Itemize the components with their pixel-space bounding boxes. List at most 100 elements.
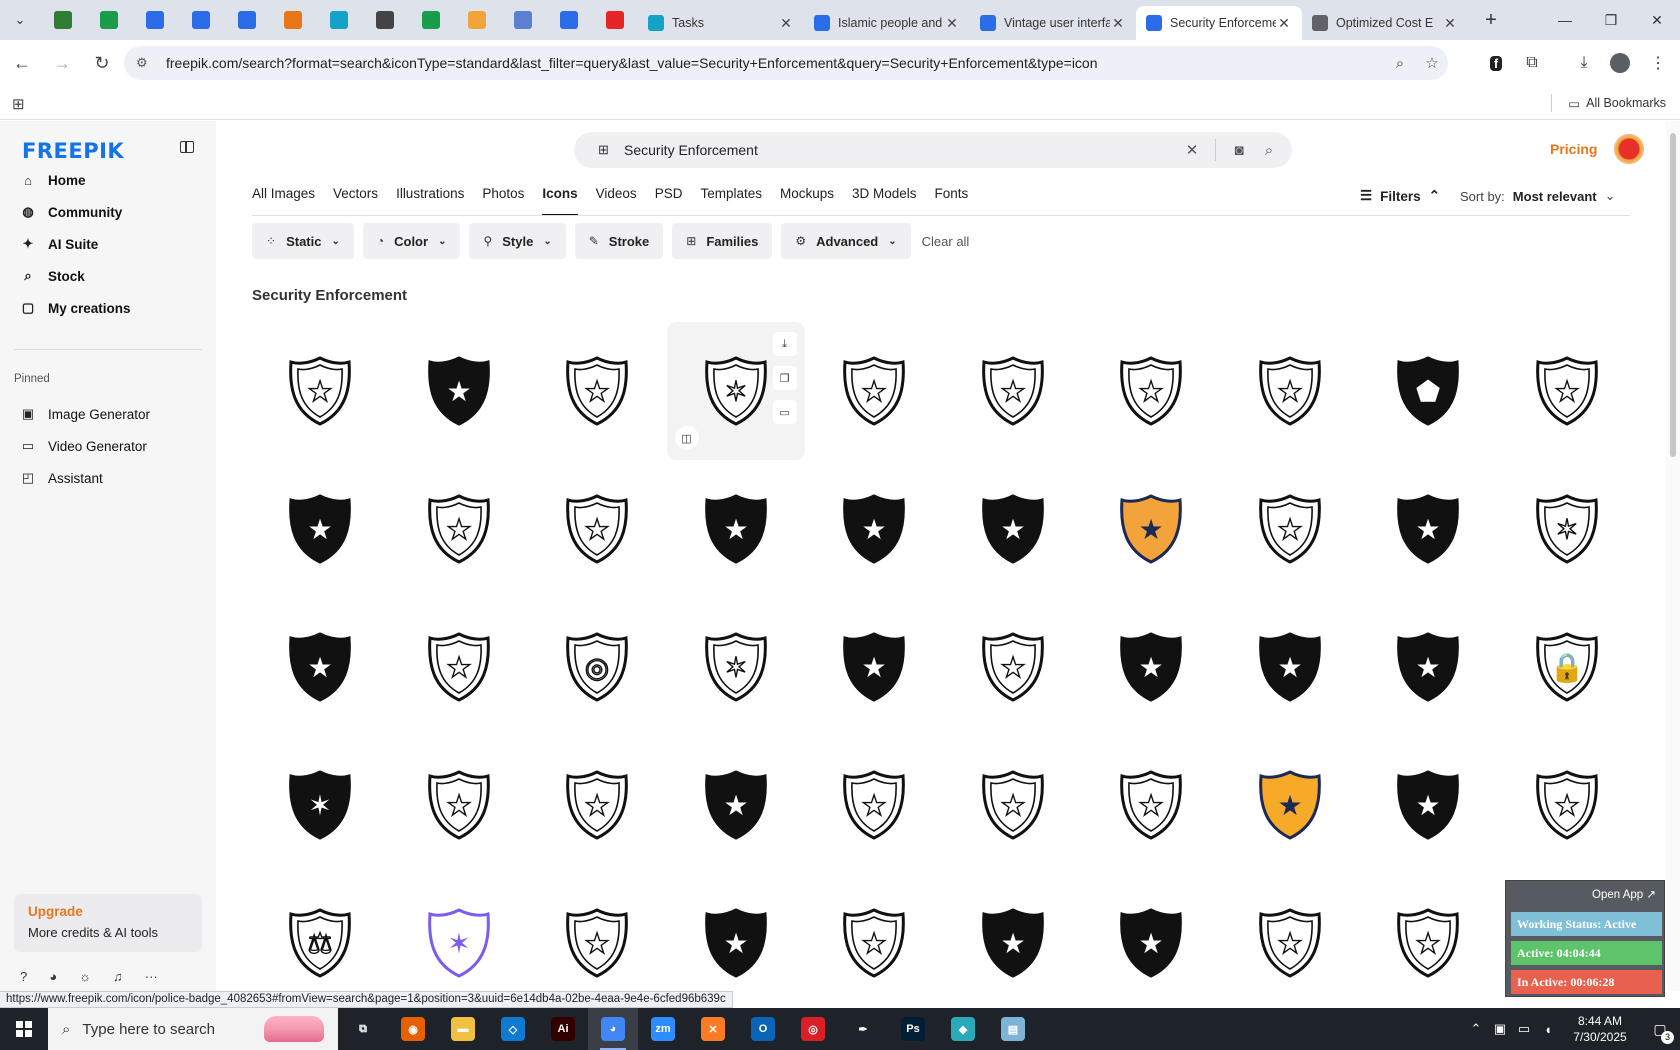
icon-result[interactable]: ★ — [1221, 874, 1359, 992]
theme-sun-icon[interactable]: ☼ — [79, 969, 91, 984]
pinned-tab-4[interactable] — [224, 0, 270, 40]
tab-videos[interactable]: Videos — [596, 186, 637, 216]
url-text[interactable]: freepik.com/search?format=search&iconTyp… — [166, 55, 1384, 71]
pinned-tab-7[interactable] — [362, 0, 408, 40]
download-icon[interactable]: ⤓ — [772, 332, 797, 356]
icon-result[interactable]: ★ — [390, 322, 528, 460]
icon-result[interactable]: ★ — [1498, 736, 1609, 874]
collapse-sidebar-icon[interactable] — [180, 141, 194, 153]
search-input[interactable]: Security Enforcement — [624, 142, 1177, 158]
icon-result[interactable]: ★ — [528, 874, 666, 992]
icon-result[interactable]: ★ — [944, 874, 1082, 992]
all-bookmarks[interactable]: ▭ All Bookmarks — [1551, 94, 1666, 112]
icon-result[interactable]: 🔒 — [1498, 598, 1609, 736]
pinned-tab-2[interactable] — [132, 0, 178, 40]
icon-result[interactable]: ✶ — [390, 874, 528, 992]
icon-result[interactable]: ★ — [667, 460, 805, 598]
tab-close-icon[interactable]: ✕ — [944, 15, 960, 32]
icon-result[interactable]: ★ — [1082, 874, 1220, 992]
tab-vectors[interactable]: Vectors — [333, 186, 378, 216]
open-app-link[interactable]: Open App ↗ — [1592, 887, 1656, 901]
download-icon[interactable]: ⤓ — [1568, 46, 1600, 80]
tab-psd[interactable]: PSD — [655, 186, 683, 216]
filter-chip-stroke[interactable]: ✎ Stroke — [574, 223, 664, 259]
taskbar-task-view[interactable]: ⧉ — [338, 1008, 388, 1050]
taskbar-creative-cloud[interactable]: ◎ — [788, 1008, 838, 1050]
pinned-tab-9[interactable] — [454, 0, 500, 40]
site-info-icon[interactable]: ⚙ — [136, 55, 156, 71]
icon-result[interactable]: ★ — [805, 460, 943, 598]
taskbar-vscode[interactable]: ◇ — [488, 1008, 538, 1050]
notification-center-icon[interactable]: ▢ 3 — [1640, 1021, 1680, 1044]
filters-toggle[interactable]: ☰ Filters ⌃ — [1360, 188, 1440, 204]
icon-result[interactable]: ★ — [1359, 874, 1497, 992]
icon-result[interactable]: ★ — [944, 460, 1082, 598]
icon-result[interactable]: ✶ — [667, 598, 805, 736]
icon-result[interactable]: ★ — [1221, 598, 1359, 736]
icon-result[interactable]: ★ — [1498, 322, 1609, 460]
new-tab-button[interactable]: + — [1474, 9, 1508, 32]
pinned-tab-6[interactable] — [316, 0, 362, 40]
pinned-tab-12[interactable] — [592, 0, 638, 40]
pinned-tab-5[interactable] — [270, 0, 316, 40]
search-icon[interactable]: ⌕ — [1254, 142, 1284, 159]
sidebar-item-ai-suite[interactable]: ✦ AI Suite — [20, 233, 99, 255]
tab-close-icon[interactable]: ✕ — [778, 15, 794, 32]
icon-result[interactable]: ◎ — [528, 598, 666, 736]
icon-result[interactable]: ✶ ⤓ ❐ ▭ ◫ — [666, 322, 805, 460]
icon-result[interactable]: ★ — [805, 322, 943, 460]
icon-result[interactable]: ★ — [1082, 598, 1220, 736]
taskbar-firefox[interactable]: ◉ — [388, 1008, 438, 1050]
more-icon[interactable]: ··· — [145, 969, 158, 984]
address-bar[interactable]: ⚙ freepik.com/search?format=search&iconT… — [124, 46, 1448, 80]
tab-close-icon[interactable]: ✕ — [1276, 15, 1292, 32]
clear-all-link[interactable]: Clear all — [922, 234, 970, 249]
search-bar[interactable]: ⊞ Security Enforcement ✕ ◙ ⌕ — [574, 132, 1292, 168]
icon-result[interactable]: ★ — [390, 460, 528, 598]
pinned-item-assistant[interactable]: ◰ Assistant — [20, 467, 103, 489]
icon-result[interactable]: ★ — [944, 322, 1082, 460]
tab-templates[interactable]: Templates — [700, 186, 762, 216]
pinned-tab-0[interactable] — [40, 0, 86, 40]
taskbar-zoom[interactable]: zm — [638, 1008, 688, 1050]
taskbar-pen-tool[interactable]: ✒ — [838, 1008, 888, 1050]
taskbar-outlook[interactable]: O — [738, 1008, 788, 1050]
sidebar-item-home[interactable]: ⌂ Home — [20, 169, 85, 191]
bookmark-star-icon[interactable]: ☆ — [1416, 54, 1448, 72]
scrollbar-thumb[interactable] — [1670, 133, 1676, 457]
browser-menu-icon[interactable]: ⋮ — [1642, 46, 1674, 80]
tab-illustrations[interactable]: Illustrations — [396, 186, 464, 216]
tray-app-icon[interactable]: ▣ — [1488, 1021, 1512, 1037]
icon-result[interactable]: ★ — [1221, 322, 1359, 460]
icon-result[interactable]: ★ — [1082, 322, 1220, 460]
tab-mockups[interactable]: Mockups — [780, 186, 834, 216]
icon-result[interactable]: ★ — [252, 322, 389, 460]
browser-tab[interactable]: Security Enforcement✕ — [1136, 6, 1302, 40]
taskbar-file-explorer[interactable]: ▬ — [438, 1008, 488, 1050]
discord-icon[interactable]: ◕ — [49, 969, 57, 984]
icon-result[interactable]: ★ — [528, 460, 666, 598]
icon-result[interactable]: ★ — [1221, 460, 1359, 598]
icon-result[interactable]: ★ — [944, 736, 1082, 874]
forward-arrow-icon[interactable]: → — [44, 45, 80, 81]
taskbar-illustrator[interactable]: Ai — [538, 1008, 588, 1050]
icon-result[interactable]: ★ — [252, 460, 389, 598]
icon-result[interactable]: ★ — [1082, 460, 1220, 598]
pinned-tab-3[interactable] — [178, 0, 224, 40]
pricing-link[interactable]: Pricing — [1550, 141, 1597, 157]
freepik-logo[interactable]: FREEPIK — [22, 139, 124, 163]
icon-result[interactable]: ★ — [805, 736, 943, 874]
sort-dropdown[interactable]: Sort by: Most relevant ⌄ — [1460, 188, 1616, 204]
icon-result[interactable]: ★ — [528, 322, 666, 460]
taskbar-notes-app[interactable]: ▤ — [988, 1008, 1038, 1050]
icon-result[interactable]: ⚖ — [252, 874, 389, 992]
filter-chip-static[interactable]: ⁘ Static ⌄ — [252, 223, 354, 259]
clear-search-icon[interactable]: ✕ — [1177, 141, 1207, 159]
tab-close-icon[interactable]: ✕ — [1442, 15, 1458, 32]
zoom-icon[interactable]: ⌕ — [1384, 55, 1416, 72]
filter-chip-advanced[interactable]: ⚙ Advanced ⌄ — [781, 223, 911, 259]
tray-chevron-icon[interactable]: ⌃ — [1464, 1021, 1488, 1037]
icon-result[interactable]: ★ — [805, 874, 943, 992]
pinned-tab-10[interactable] — [500, 0, 546, 40]
filter-chip-style[interactable]: ⚲ Style ⌄ — [469, 223, 566, 259]
